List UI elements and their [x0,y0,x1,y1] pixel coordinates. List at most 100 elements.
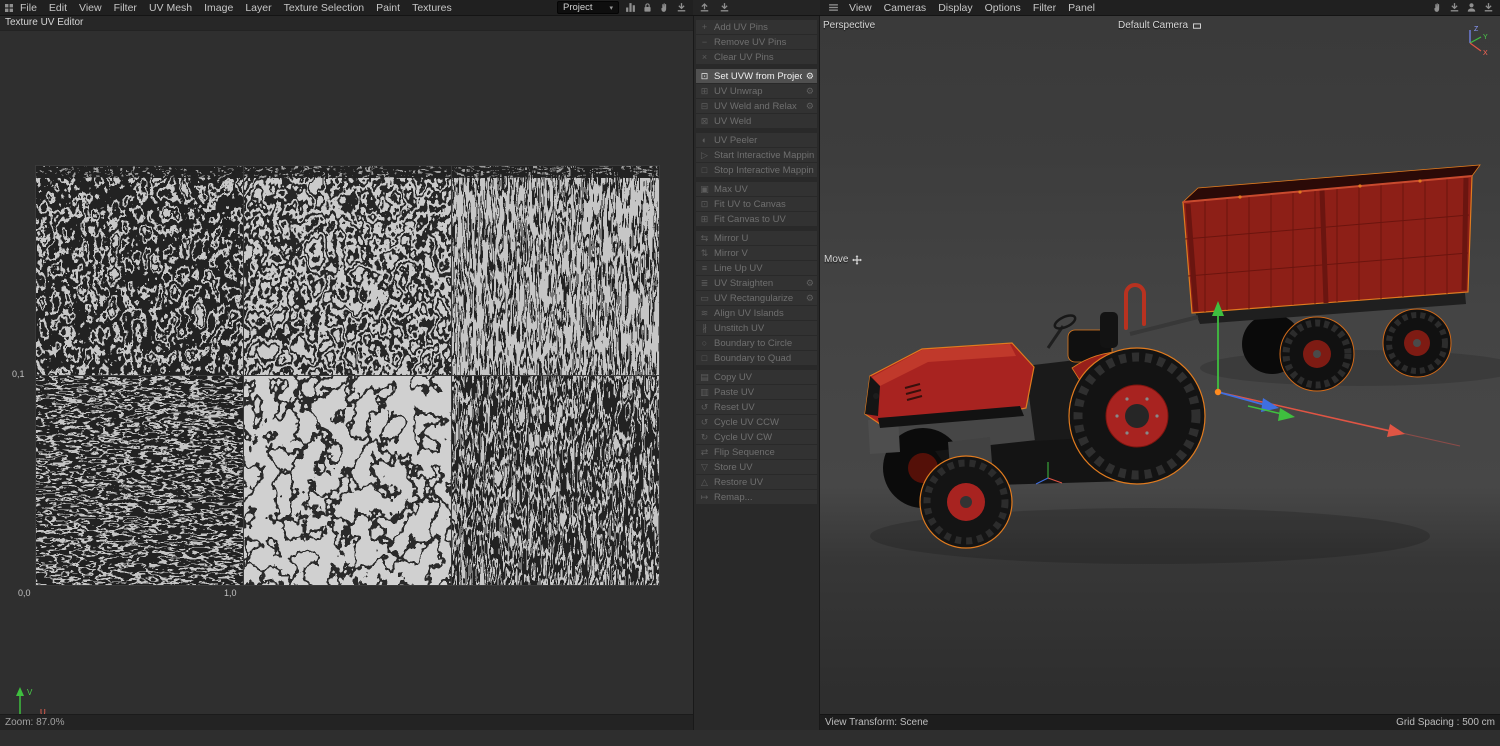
uv-command-label: Cycle UV CW [714,431,773,443]
uv-command[interactable]: ⊞ UV Unwrap ⚙ [696,84,817,98]
uv-command[interactable]: △ Restore UV ⚙ [696,475,817,489]
menu-item[interactable]: Edit [43,2,73,14]
menu-item[interactable]: Filter [1027,2,1062,14]
panel-grid-icon[interactable] [4,3,14,13]
uv-command-label: Copy UV [714,371,753,383]
import-down-icon[interactable] [719,2,730,13]
scene-3d[interactable] [820,16,1500,730]
menu-item[interactable]: Image [198,2,239,14]
import-icon[interactable] [1449,2,1460,13]
tractor-rear-wheel [1068,347,1206,485]
uv-command-icon: □ [701,353,708,363]
viewport-toolbar [1432,2,1496,13]
menu-item[interactable]: Texture Selection [278,2,371,14]
uv-command[interactable]: ▥ Paste UV ⚙ [696,385,817,399]
trailer-wheel-1 [1279,316,1355,392]
menu-item[interactable]: Layer [239,2,277,14]
uv-command[interactable]: ▭ UV Rectangularize ⚙ [696,291,817,305]
uv-command-label: Fit Canvas to UV [714,213,786,225]
uv-command[interactable]: ⊠ UV Weld ⚙ [696,114,817,128]
uv-command-label: UV Rectangularize [714,292,794,304]
uv-command[interactable]: + Add UV Pins ⚙ [696,20,817,34]
x-axis-line[interactable] [1217,391,1391,432]
uv-command[interactable]: ↺ Cycle UV CCW ⚙ [696,415,817,429]
menu-item[interactable]: View [843,2,878,14]
uv-command[interactable]: ⇅ Mirror V ⚙ [696,246,817,260]
uv-command[interactable]: × Clear UV Pins ⚙ [696,50,817,64]
import-up-icon[interactable] [699,2,710,13]
menu-item[interactable]: Filter [108,2,143,14]
lock-icon[interactable] [642,2,653,13]
uv-command[interactable]: ⊡ Fit UV to Canvas ⚙ [696,197,817,211]
uv-command-icon: ▣ [700,184,709,194]
uv-command[interactable]: ⇄ Flip Sequence ⚙ [696,445,817,459]
menu-item[interactable]: Paint [370,2,406,14]
uv-command-icon: ◐ [701,135,708,145]
tractor-roll-bar [1124,283,1146,330]
uv-command[interactable]: ▷ Start Interactive Mapping ⚙ [696,148,817,162]
uv-command[interactable]: ▤ Copy UV ⚙ [696,370,817,384]
menu-item[interactable]: Panel [1062,2,1101,14]
planar-handle-arrow[interactable] [1278,408,1295,421]
menu-item[interactable]: Textures [406,2,458,14]
gear-icon[interactable]: ⚙ [806,99,814,113]
x-axis-arrow[interactable] [1387,424,1405,437]
gear-icon[interactable]: ⚙ [806,84,814,98]
uv-command-icon: ▤ [700,372,709,382]
project-selector[interactable]: Project ▾ [557,1,619,14]
perspective-viewport[interactable]: Perspective Default Camera Move Z Y X Vi… [820,16,1500,730]
uv-command[interactable]: ↺ Reset UV ⚙ [696,400,817,414]
gear-icon[interactable]: ⚙ [806,276,814,290]
panel-title: Texture UV Editor [0,16,693,31]
uv-command-icon: ⊟ [700,101,709,111]
uv-command-label: Paste UV [714,386,755,398]
uv-command[interactable]: ▣ Max UV ⚙ [696,182,817,196]
pan-hand-icon[interactable] [659,2,670,13]
uv-command[interactable]: ⊡ Set UVW from Projection ⚙ [696,69,817,83]
hamburger-menu-icon[interactable] [828,2,839,13]
uv-canvas[interactable] [35,165,660,586]
uv-command[interactable]: ↻ Cycle UV CW ⚙ [696,430,817,444]
menu-item[interactable]: Display [932,2,978,14]
uv-status-bar: Zoom: 87.0% [0,714,693,730]
user-icon[interactable] [1466,2,1477,13]
menu-item[interactable]: Options [979,2,1027,14]
uv-command[interactable]: ↦ Remap... ⚙ [696,490,817,504]
histogram-icon[interactable] [625,2,636,13]
z-axis-line[interactable] [1217,391,1266,406]
uv-command-icon: × [701,52,708,62]
uv-command[interactable]: □ Boundary to Quad ⚙ [696,351,817,365]
uv-command[interactable]: ⇆ Mirror U ⚙ [696,231,817,245]
camera-swap-icon[interactable] [1192,21,1202,31]
menu-item[interactable]: View [73,2,108,14]
import-icon[interactable] [676,2,687,13]
menu-item[interactable]: Cameras [878,2,933,14]
uv-command[interactable]: ≋ Align UV Islands ⚙ [696,306,817,320]
uv-command-label: Remove UV Pins [714,36,787,48]
gear-icon[interactable]: ⚙ [806,291,814,305]
uv-command[interactable]: ⊞ Fit Canvas to UV ⚙ [696,212,817,226]
uv-islands-pattern [243,165,451,375]
hud-y-label: Y [1483,34,1488,41]
uv-command[interactable]: − Remove UV Pins ⚙ [696,35,817,49]
uv-command[interactable]: ∦ Unstitch UV ⚙ [696,321,817,335]
uv-command[interactable]: ⊟ UV Weld and Relax ⚙ [696,99,817,113]
uv-command[interactable]: ≣ UV Straighten ⚙ [696,276,817,290]
uv-command[interactable]: ≡ Line Up UV ⚙ [696,261,817,275]
gear-icon[interactable]: ⚙ [806,69,814,83]
uv-tiles[interactable] [35,165,660,586]
uv-command[interactable]: ▽ Store UV ⚙ [696,460,817,474]
camera-name-label[interactable]: Default Camera [820,20,1500,31]
download-icon[interactable] [1483,2,1494,13]
uv-command[interactable]: ◐ UV Peeler ⚙ [696,133,817,147]
menu-item[interactable]: UV Mesh [143,2,198,14]
uv-command[interactable]: ○ Boundary to Circle ⚙ [696,336,817,350]
menu-item[interactable]: File [14,2,43,14]
uv-command-icon: ⊠ [700,116,709,126]
pan-hand-icon[interactable] [1432,2,1443,13]
uv-command[interactable]: □ Stop Interactive Mapping ⚙ [696,163,817,177]
uv-coord-0-1: 0,1 [12,369,25,379]
uv-command-label: Cycle UV CCW [714,416,779,428]
gizmo-center[interactable] [1214,388,1222,396]
view-transform-status: View Transform: Scene [825,717,929,728]
